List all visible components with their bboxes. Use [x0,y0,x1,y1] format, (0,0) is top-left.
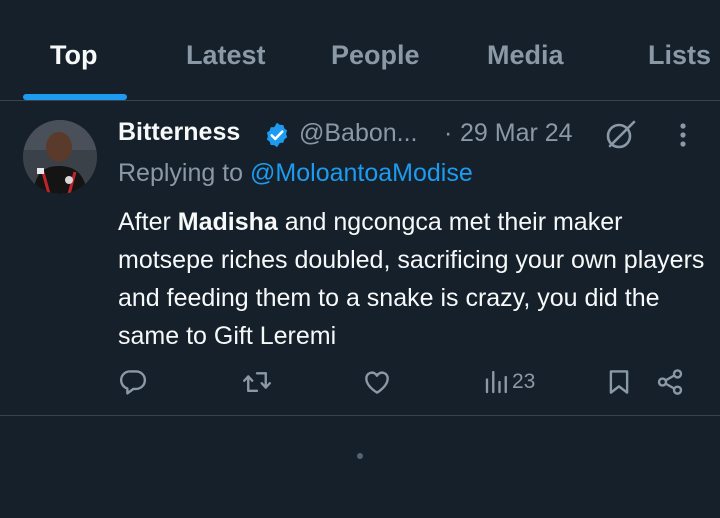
views-icon[interactable] [482,367,512,397]
tweet-text-connector: and [284,208,327,236]
tab-media[interactable]: Media [487,40,564,71]
reply-prefix: Replying to [118,159,251,187]
views-count[interactable]: 23 [512,370,535,394]
active-tab-indicator [23,94,127,100]
reply-mention-link[interactable]: @MoloantoaModise [250,159,473,187]
share-icon[interactable] [655,367,685,397]
tweet-actions: 23 [0,363,720,403]
tweet[interactable]: Bitterness @Babon... · 29 Mar 24 Replyin… [0,101,720,416]
avatar[interactable] [23,120,97,194]
bookmark-icon[interactable] [604,367,634,397]
reply-icon[interactable] [118,367,148,397]
tab-top[interactable]: Top [50,40,97,71]
tab-lists[interactable]: Lists [648,40,711,71]
more-options-icon[interactable] [668,120,698,150]
author-name[interactable]: Bitterness [118,118,240,147]
loading-indicator [357,453,363,459]
grok-icon[interactable] [604,118,638,152]
search-tabs: Top Latest People Media Lists [0,0,720,101]
replying-to: Replying to @MoloantoaModise [118,159,473,188]
separator-dot: · [444,119,453,147]
avatar-image [23,120,97,194]
tweet-date[interactable]: 29 Mar 24 [460,119,573,148]
like-icon[interactable] [362,367,392,397]
tweet-text-highlight: Madisha [177,208,278,236]
author-handle[interactable]: @Babon... [299,119,418,148]
tweet-header: Bitterness @Babon... · 29 Mar 24 [118,118,698,152]
tweet-text-start: After [118,208,178,236]
tweet-text: After Madisha and ngcongca met their mak… [118,203,708,355]
verified-badge-icon [263,121,291,149]
tab-people[interactable]: People [331,40,420,71]
retweet-icon[interactable] [242,367,272,397]
tab-latest[interactable]: Latest [186,40,266,71]
